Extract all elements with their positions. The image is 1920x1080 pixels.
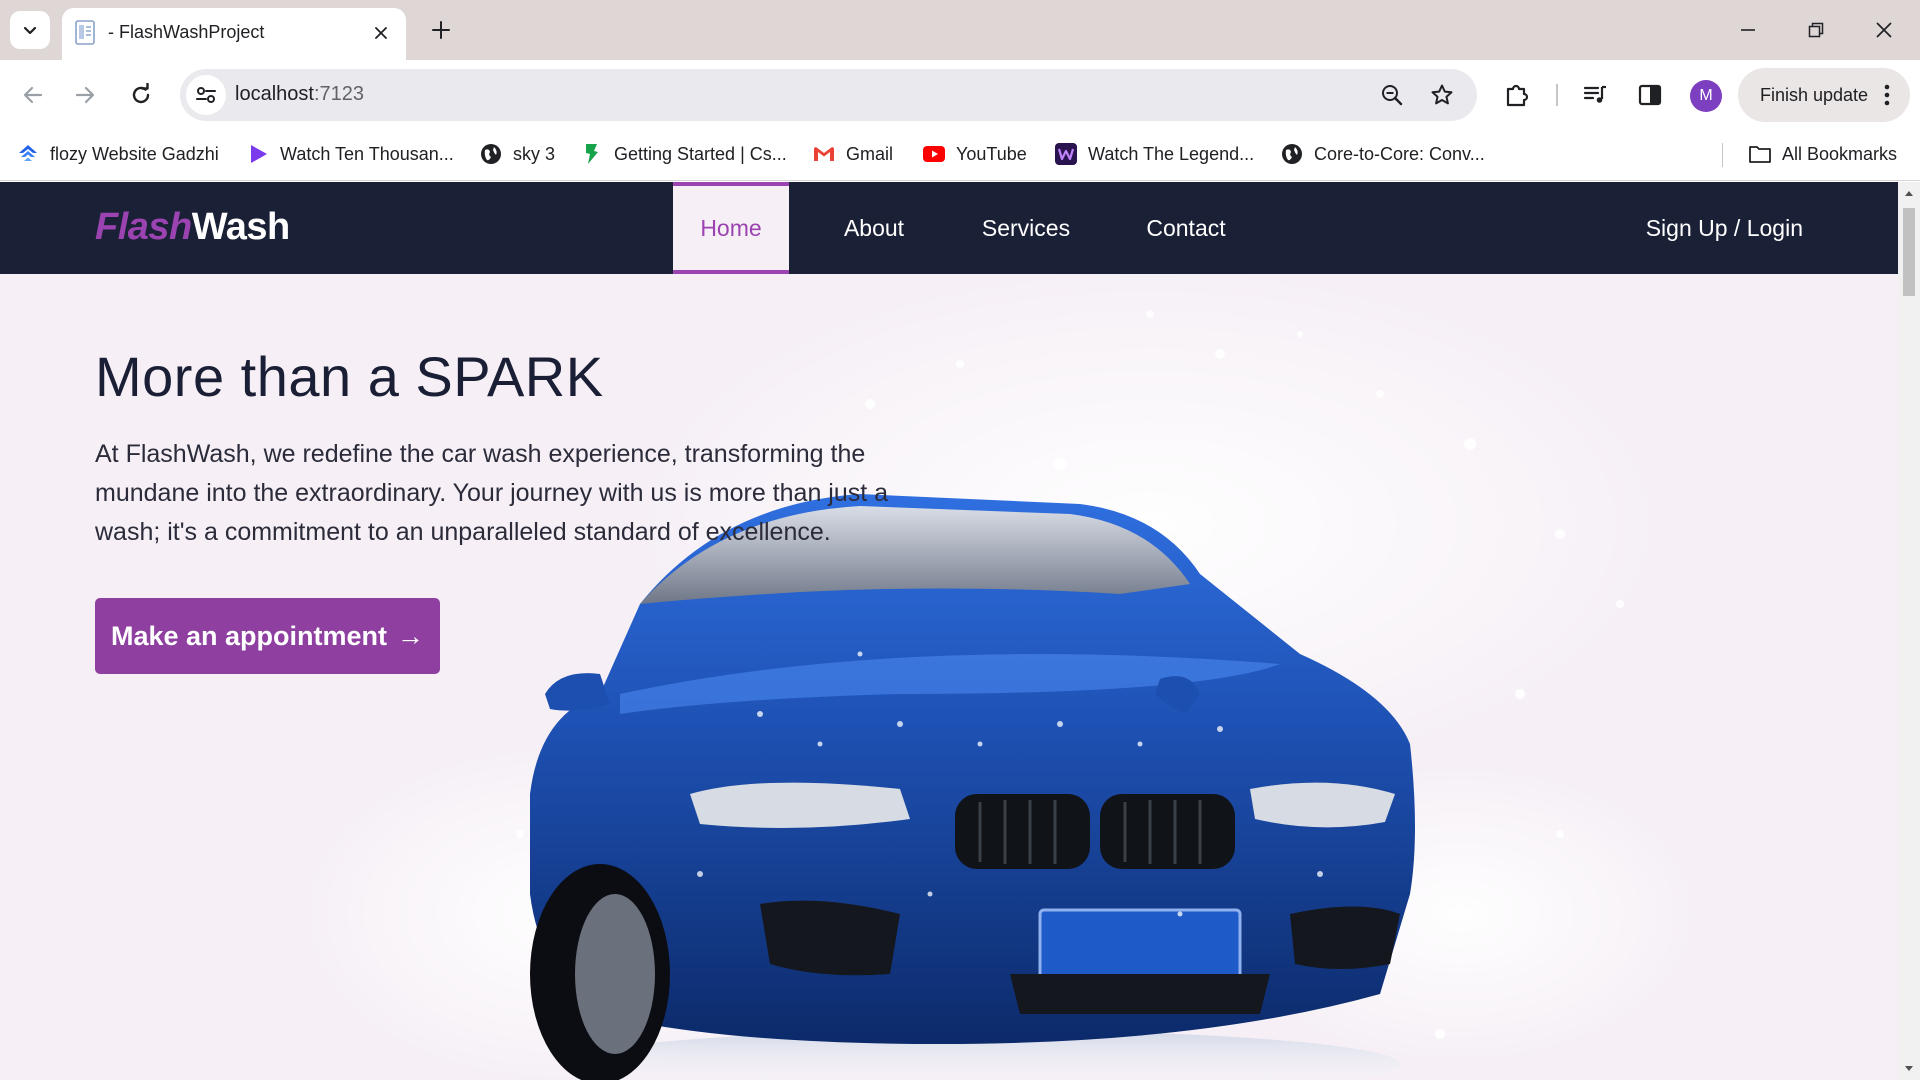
reload-button[interactable] — [120, 74, 162, 116]
bookmark-item[interactable]: Gmail — [812, 138, 893, 170]
signup-login-link[interactable]: Sign Up / Login — [1646, 182, 1803, 274]
browser-toolbar: localhost:7123 M Finish update — [0, 60, 1920, 129]
bookmarks-bar: flozy Website Gadzhi Watch Ten Thousan..… — [0, 129, 1920, 181]
more-vert-icon — [1884, 84, 1890, 106]
page-viewport: FlashWash Home About Services Contact Si… — [0, 182, 1898, 1080]
nav-about[interactable]: About — [820, 182, 928, 274]
tune-icon — [196, 87, 216, 103]
nav-services[interactable]: Services — [968, 182, 1084, 274]
minimize-button[interactable] — [1714, 0, 1782, 60]
browser-tab-active[interactable]: - FlashWashProject — [62, 8, 406, 60]
play-icon — [246, 142, 270, 166]
url-host: localhost — [235, 83, 314, 105]
site-info-button[interactable] — [186, 75, 226, 115]
minimize-icon — [1741, 29, 1755, 31]
bookmark-item[interactable]: Watch The Legend... — [1054, 138, 1254, 170]
make-appointment-button[interactable]: Make an appointment → — [95, 598, 440, 674]
scroll-down-icon[interactable] — [1904, 1064, 1914, 1074]
bookmark-item[interactable]: YouTube — [922, 138, 1027, 170]
queue-music-icon — [1583, 85, 1606, 103]
flozy-icon — [16, 142, 40, 166]
side-panel-button[interactable] — [1631, 76, 1669, 114]
star-icon — [1431, 84, 1453, 105]
tab-search-button[interactable] — [10, 11, 50, 49]
zoom-button[interactable] — [1377, 80, 1407, 110]
profile-avatar[interactable]: M — [1690, 80, 1722, 112]
hero-title: More than a SPARK — [95, 345, 604, 408]
puzzle-icon — [1506, 84, 1529, 107]
folder-icon — [1748, 142, 1772, 166]
plus-icon — [432, 21, 450, 39]
extensions-button[interactable] — [1498, 76, 1536, 114]
globe-icon — [1280, 142, 1304, 166]
all-bookmarks-label: All Bookmarks — [1782, 143, 1898, 164]
new-tab-button[interactable] — [424, 13, 458, 47]
bookmark-label: sky 3 — [513, 143, 556, 164]
bookmark-item[interactable]: sky 3 — [479, 138, 555, 170]
scroll-up-icon[interactable] — [1904, 188, 1914, 198]
arrow-right-icon — [75, 86, 95, 104]
bookmark-label: Watch Ten Thousan... — [280, 143, 454, 164]
bookmark-label: Getting Started | Cs... — [614, 143, 787, 164]
close-icon — [375, 27, 387, 39]
arrow-right-icon: → — [397, 620, 425, 651]
address-bar[interactable]: localhost:7123 — [180, 69, 1477, 121]
nav-contact[interactable]: Contact — [1128, 182, 1244, 274]
tab-title: - FlashWashProject — [108, 22, 265, 42]
chevron-down-icon — [23, 26, 37, 35]
tab-strip: - FlashWashProject — [0, 0, 1920, 60]
youtube-icon — [922, 142, 946, 166]
bookmark-green-icon — [580, 142, 604, 166]
page-scrollbar[interactable] — [1898, 182, 1920, 1080]
bookmark-item[interactable]: Watch Ten Thousan... — [246, 138, 454, 170]
window-close-button[interactable] — [1850, 0, 1918, 60]
restore-icon — [1808, 22, 1824, 38]
bookmark-label: Watch The Legend... — [1088, 143, 1255, 164]
bookmark-item[interactable]: flozy Website Gadzhi — [16, 138, 219, 170]
all-bookmarks-button[interactable]: All Bookmarks — [1748, 138, 1897, 170]
arrow-left-icon — [23, 86, 43, 104]
bookmark-star-button[interactable] — [1427, 80, 1457, 110]
bookmark-label: Core-to-Core: Conv... — [1314, 143, 1485, 164]
nav-home[interactable]: Home — [673, 182, 789, 274]
tab-close-button[interactable] — [368, 20, 394, 46]
globe-icon — [479, 142, 503, 166]
site-navbar: FlashWash Home About Services Contact Si… — [0, 182, 1898, 274]
reload-icon — [132, 83, 150, 104]
forward-button[interactable] — [64, 74, 106, 116]
toolbar-divider — [1556, 84, 1558, 106]
bookmarks-divider — [1722, 143, 1723, 167]
back-button[interactable] — [12, 74, 54, 116]
url-port: :7123 — [313, 83, 364, 105]
finish-update-button[interactable]: Finish update — [1738, 68, 1910, 122]
bookmark-label: flozy Website Gadzhi — [50, 143, 219, 164]
media-controls-button[interactable] — [1576, 76, 1614, 114]
zoom-out-icon — [1382, 85, 1403, 106]
gmail-icon — [812, 142, 836, 166]
brand-logo[interactable]: FlashWash — [95, 206, 290, 249]
make-appointment-label: Make an appointment — [110, 620, 388, 651]
brand-part-wash: Wash — [191, 206, 290, 248]
bookmark-label: YouTube — [956, 143, 1027, 164]
close-icon — [1876, 22, 1892, 38]
bookmark-item[interactable]: Getting Started | Cs... — [580, 138, 787, 170]
bookmark-item[interactable]: Core-to-Core: Conv... — [1280, 138, 1485, 170]
page-favicon-icon — [75, 20, 95, 45]
scrollbar-thumb[interactable] — [1903, 208, 1915, 296]
restore-button[interactable] — [1782, 0, 1850, 60]
hero-description: At FlashWash, we redefine the car wash e… — [95, 440, 889, 546]
side-panel-icon — [1638, 84, 1662, 106]
brand-part-flash: Flash — [95, 206, 192, 248]
finish-update-label: Finish update — [1760, 85, 1869, 105]
bookmark-label: Gmail — [846, 143, 894, 164]
url-text[interactable]: localhost:7123 — [235, 83, 364, 106]
w-logo-icon — [1054, 142, 1078, 166]
